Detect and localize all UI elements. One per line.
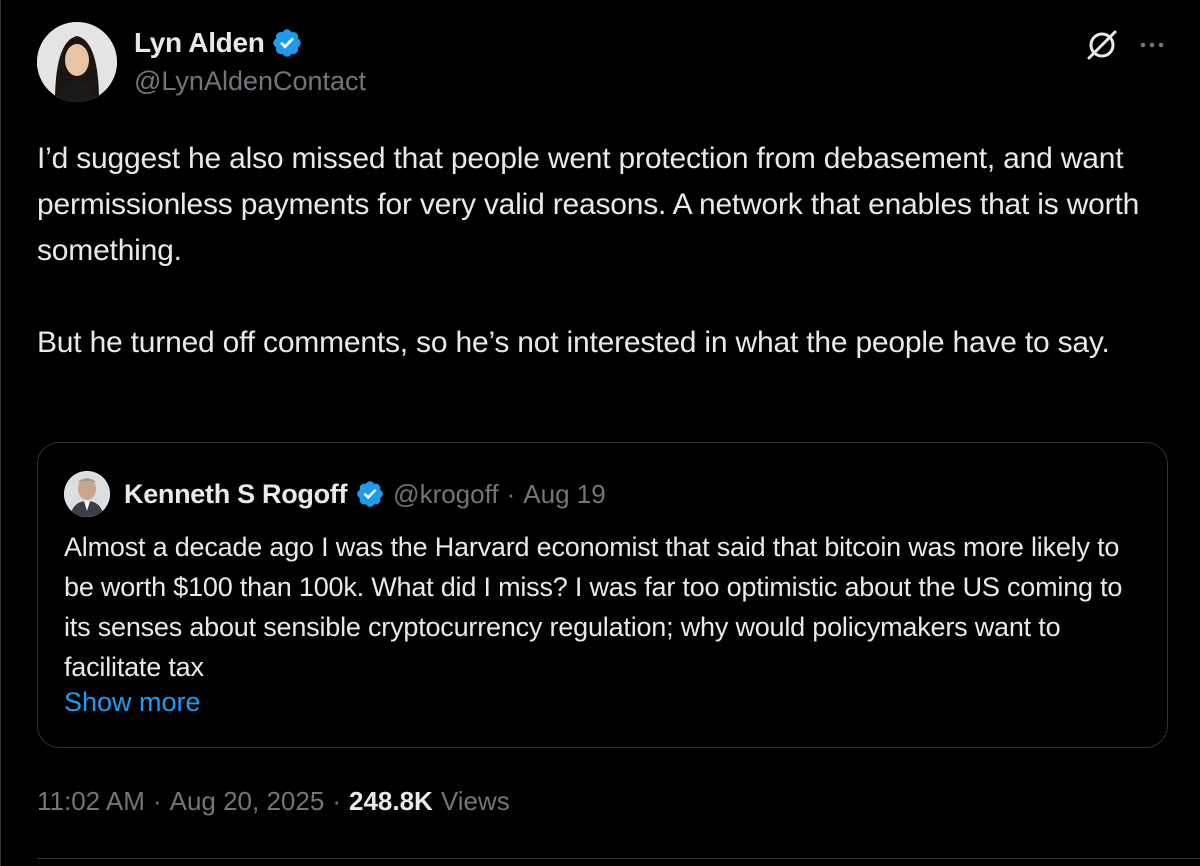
separator-dot: · <box>332 786 341 816</box>
author-info: Lyn Alden @LynAldenContact <box>134 26 366 97</box>
tweet-body: I’d suggest he also missed that people w… <box>37 136 1167 366</box>
author-avatar[interactable] <box>37 22 117 102</box>
tweet-header: Lyn Alden @LynAldenContact <box>37 22 1167 104</box>
quoted-tweet-header: Kenneth S Rogoff @krogoff · Aug 19 <box>64 471 606 517</box>
tweet-detail: Lyn Alden @LynAldenContact I’d suggest h… <box>0 0 1200 866</box>
quoted-author-name[interactable]: Kenneth S Rogoff <box>124 479 347 510</box>
quoted-author-handle[interactable]: @krogoff <box>393 479 498 510</box>
author-handle[interactable]: @LynAldenContact <box>134 66 366 97</box>
quoted-tweet-text: Almost a decade ago I was the Harvard ec… <box>64 532 1123 682</box>
views-label: Views <box>440 786 510 816</box>
tweet-meta: 11:02 AM · Aug 20, 2025 · 248.8K Views <box>37 786 510 817</box>
quoted-tweet-card[interactable]: Kenneth S Rogoff @krogoff · Aug 19 Almos… <box>37 442 1168 748</box>
separator-dot: · <box>152 786 162 816</box>
quoted-author-avatar[interactable] <box>64 471 110 517</box>
tweet-paragraph: I’d suggest he also missed that people w… <box>37 142 1140 267</box>
separator-dot: · <box>506 478 516 509</box>
divider <box>37 858 1200 859</box>
more-icon[interactable] <box>1137 30 1167 65</box>
verified-badge-icon <box>355 479 385 509</box>
views-count: 248.8K <box>348 786 433 816</box>
author-name[interactable]: Lyn Alden <box>134 27 265 59</box>
tweet-time[interactable]: 11:02 AM <box>37 786 145 817</box>
grok-icon[interactable] <box>1085 28 1119 67</box>
tweet-date[interactable]: Aug 20, 2025 <box>170 786 325 817</box>
header-actions <box>1085 28 1167 67</box>
quoted-tweet-date[interactable]: Aug 19 <box>523 479 605 510</box>
verified-badge-icon[interactable] <box>271 27 303 59</box>
tweet-paragraph: But he turned off comments, so he’s not … <box>37 326 1110 359</box>
show-more-link[interactable]: Show more <box>64 687 201 718</box>
